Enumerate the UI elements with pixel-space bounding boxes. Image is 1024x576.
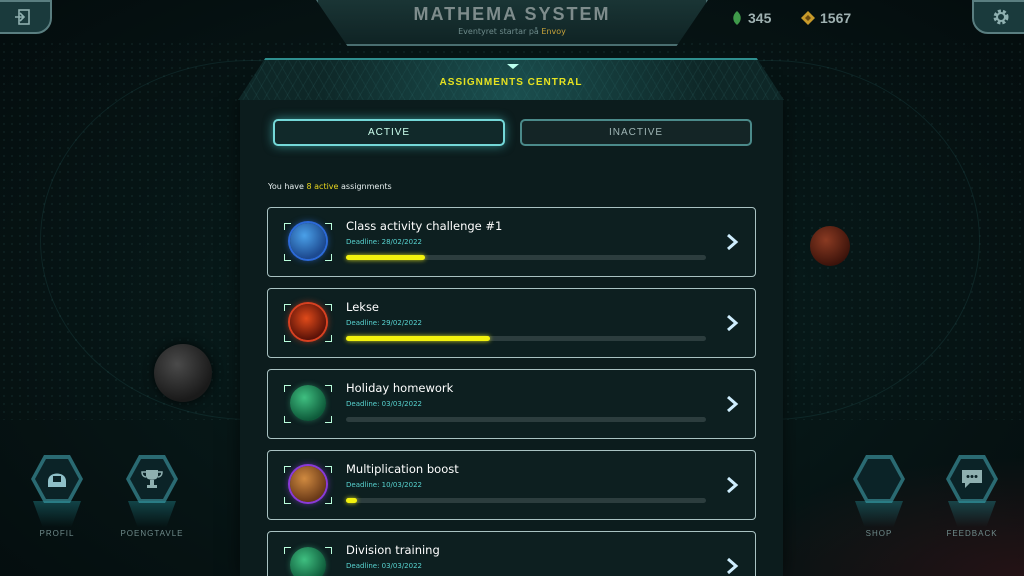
hex-button[interactable] [126,455,178,503]
assignment-card[interactable]: Class activity challenge #1 Deadline: 28… [267,207,756,277]
assignment-deadline: Deadline: 03/03/2022 [346,400,422,408]
chevron-right-icon[interactable] [725,233,739,251]
panel-title: ASSIGNMENTS CENTRAL [439,77,583,88]
progress-track [346,255,706,260]
trophy-icon [141,470,163,488]
gem-counter: 345 [731,10,771,26]
nav-glow [948,501,996,527]
shop-icon [857,459,901,499]
assignment-deadline: Deadline: 10/03/2022 [346,481,422,489]
green-planet-icon [290,547,326,576]
nav-label: FEEDBACK [946,529,998,538]
nav-label: PROFIL [39,529,75,538]
chat-bubble-icon [962,470,982,488]
subtitle-prefix: Eventyret startar på [458,27,539,36]
assignment-name: Division training [346,543,440,557]
red-planet-icon [290,304,326,340]
assignment-card[interactable]: Lekse Deadline: 29/02/2022 [267,288,756,358]
subtitle-place: Envoy [541,27,566,36]
hex-button[interactable] [853,455,905,503]
app-subtitle: Eventyret startar på Envoy [316,27,708,36]
nav-poengtavle[interactable]: POENGTAVLE [117,455,187,538]
orange-purple-planet-icon [290,466,326,502]
assignment-card[interactable]: Division training Deadline: 03/03/2022 [267,531,756,576]
coin-count: 1567 [820,10,852,26]
assignment-deadline: Deadline: 03/03/2022 [346,562,422,570]
coin-counter: 1567 [801,10,851,26]
chevron-right-icon[interactable] [725,314,739,332]
settings-button[interactable] [972,0,1024,34]
helmet-icon [48,473,66,487]
assignment-name: Holiday homework [346,381,454,395]
nav-glow [128,501,176,527]
assignment-name: Lekse [346,300,380,314]
exit-button[interactable] [0,0,52,34]
progress-fill [346,498,357,503]
assignment-deadline: Deadline: 29/02/2022 [346,319,422,327]
chevron-right-icon[interactable] [725,557,739,575]
app-title: MATHEMA SYSTEM [413,4,611,24]
green-planet-icon [290,385,326,421]
nav-label: SHOP [865,529,893,538]
gear-icon [993,9,1009,25]
progress-track [346,417,706,422]
tab-active[interactable]: ACTIVE [273,119,505,146]
nav-feedback[interactable]: FEEDBACK [937,455,1007,538]
leaf-gem-icon [733,11,741,25]
nav-profil[interactable]: PROFIL [22,455,92,538]
tab-inactive[interactable]: INACTIVE [520,119,752,146]
chevron-down-icon[interactable] [507,64,519,69]
nav-shop[interactable]: SHOP [844,455,914,538]
progress-track [346,336,706,341]
nav-label: POENGTAVLE [120,529,184,538]
progress-fill [346,336,490,341]
assignment-name: Class activity challenge #1 [346,219,503,233]
assignment-card[interactable]: Holiday homework Deadline: 03/03/2022 [267,369,756,439]
assignment-deadline: Deadline: 28/02/2022 [346,238,422,246]
blue-planet-icon [290,223,326,259]
nav-glow [33,501,81,527]
exit-icon [15,9,30,25]
summary-prefix: You have [268,182,304,191]
assignment-card[interactable]: Multiplication boost Deadline: 10/03/202… [267,450,756,520]
assignment-summary: You have 8 active assignments [268,182,392,191]
assignment-name: Multiplication boost [346,462,459,476]
background-planet-dark [154,344,212,402]
background-planet-mars [810,226,850,266]
summary-count: 8 active [306,182,339,191]
diamond-coin-icon [801,11,815,25]
gem-count: 345 [748,10,772,26]
nav-glow [855,501,903,527]
chevron-right-icon[interactable] [725,476,739,494]
hex-button[interactable] [31,455,83,503]
progress-fill [346,255,426,260]
progress-track [346,498,706,503]
chevron-right-icon[interactable] [725,395,739,413]
summary-suffix: assignments [341,182,392,191]
hex-button[interactable] [946,455,998,503]
